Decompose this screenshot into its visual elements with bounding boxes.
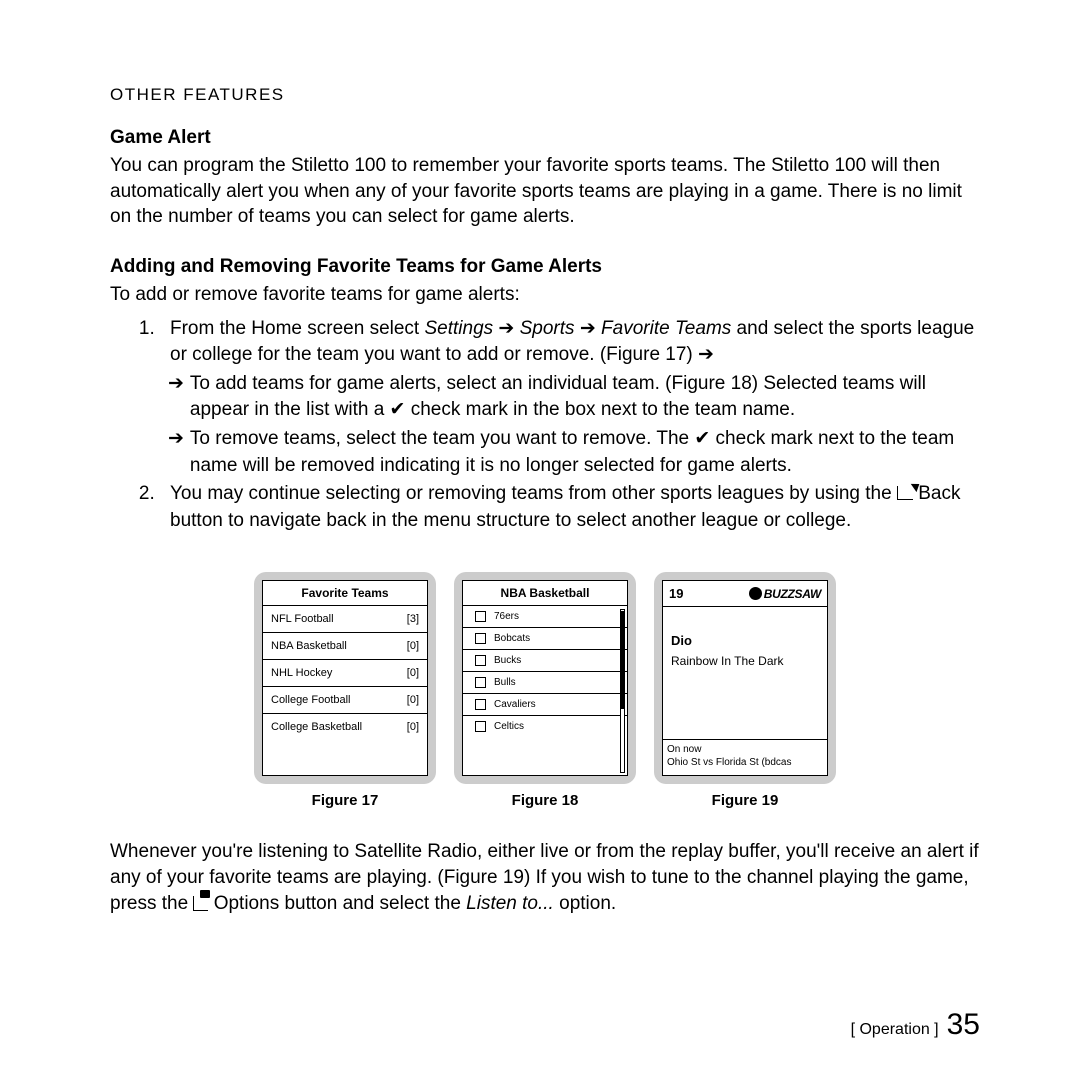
team-row: Bobcats bbox=[463, 628, 627, 650]
device-screen: 19 BUZZSAW Dio Rainbow In The Dark On no… bbox=[654, 572, 836, 784]
alert-game: Ohio St vs Florida St (bdcas bbox=[667, 757, 823, 770]
listen-to-option: Listen to... bbox=[466, 893, 554, 914]
league-row: College Football[0] bbox=[263, 687, 427, 714]
favteams-path: Favorite Teams bbox=[601, 318, 731, 339]
options-icon bbox=[193, 896, 208, 911]
sports-path: Sports bbox=[520, 318, 575, 339]
artist-name: Dio bbox=[671, 633, 819, 648]
arrow-icon: ➔ bbox=[498, 318, 514, 339]
checkbox-icon bbox=[475, 677, 486, 688]
arrow-icon: ➔ bbox=[698, 344, 714, 365]
checkbox-icon bbox=[475, 721, 486, 732]
step2-text-a: You may continue selecting or removing t… bbox=[170, 483, 897, 504]
team-row: Bucks bbox=[463, 650, 627, 672]
figure-19: 19 BUZZSAW Dio Rainbow In The Dark On no… bbox=[654, 572, 836, 809]
page-number: 35 bbox=[947, 1008, 980, 1042]
team-row: 76ers bbox=[463, 606, 627, 628]
track-name: Rainbow In The Dark bbox=[671, 654, 819, 668]
league-row: NHL Hockey[0] bbox=[263, 660, 427, 687]
figure-caption: Figure 19 bbox=[654, 792, 836, 809]
arrow-icon: ➔ bbox=[168, 426, 184, 479]
bullet-text: To remove teams, select the team you wan… bbox=[190, 426, 980, 479]
arrow-icon: ➔ bbox=[168, 371, 184, 424]
step-2: You may continue selecting or removing t… bbox=[160, 481, 980, 534]
section-header: OTHER FEATURES bbox=[110, 85, 980, 105]
settings-path: Settings bbox=[424, 318, 493, 339]
figure-caption: Figure 18 bbox=[454, 792, 636, 809]
channel-brand: BUZZSAW bbox=[749, 587, 821, 601]
gear-icon bbox=[749, 587, 762, 600]
game-alert-heading: Game Alert bbox=[110, 127, 980, 149]
page-footer: Operation 35 bbox=[851, 1008, 980, 1042]
league-row: NFL Football[3] bbox=[263, 606, 427, 633]
team-row: Bulls bbox=[463, 672, 627, 694]
footer-section-label: Operation bbox=[851, 1021, 939, 1039]
figures-row: Favorite Teams NFL Football[3] NBA Baske… bbox=[110, 572, 980, 809]
add-remove-heading: Adding and Removing Favorite Teams for G… bbox=[110, 256, 980, 278]
back-icon bbox=[897, 486, 913, 500]
screen-title: NBA Basketball bbox=[463, 581, 627, 606]
checkbox-icon bbox=[475, 699, 486, 710]
step1-text-a: From the Home screen select bbox=[170, 318, 424, 339]
scrollbar bbox=[620, 609, 625, 773]
checkbox-icon bbox=[475, 611, 486, 622]
figure-17: Favorite Teams NFL Football[3] NBA Baske… bbox=[254, 572, 436, 809]
now-playing-body: Dio Rainbow In The Dark bbox=[663, 607, 827, 740]
alert-status: On now bbox=[667, 744, 823, 757]
bullet-text: To add teams for game alerts, select an … bbox=[190, 371, 980, 424]
league-row: NBA Basketball[0] bbox=[263, 633, 427, 660]
now-playing-header: 19 BUZZSAW bbox=[663, 581, 827, 607]
device-screen: Favorite Teams NFL Football[3] NBA Baske… bbox=[254, 572, 436, 784]
step1-bullet2: ➔ To remove teams, select the team you w… bbox=[170, 426, 980, 479]
step-1: From the Home screen select Settings ➔ S… bbox=[160, 316, 980, 480]
channel-number: 19 bbox=[669, 586, 683, 601]
arrow-icon: ➔ bbox=[580, 318, 596, 339]
alert-banner: On now Ohio St vs Florida St (bdcas bbox=[663, 740, 827, 775]
checkbox-icon bbox=[475, 655, 486, 666]
team-row: Cavaliers bbox=[463, 694, 627, 716]
game-alert-body: You can program the Stiletto 100 to reme… bbox=[110, 153, 980, 230]
closing-paragraph: Whenever you're listening to Satellite R… bbox=[110, 839, 980, 916]
league-row: College Basketball[0] bbox=[263, 714, 427, 740]
screen-title: Favorite Teams bbox=[263, 581, 427, 606]
figure-18: NBA Basketball 76ers Bobcats Bucks Bulls… bbox=[454, 572, 636, 809]
steps-list: From the Home screen select Settings ➔ S… bbox=[160, 316, 980, 535]
team-row: Celtics bbox=[463, 716, 627, 737]
add-remove-intro: To add or remove favorite teams for game… bbox=[110, 282, 980, 308]
step1-bullet1: ➔ To add teams for game alerts, select a… bbox=[170, 371, 980, 424]
checkbox-icon bbox=[475, 633, 486, 644]
figure-caption: Figure 17 bbox=[254, 792, 436, 809]
device-screen: NBA Basketball 76ers Bobcats Bucks Bulls… bbox=[454, 572, 636, 784]
